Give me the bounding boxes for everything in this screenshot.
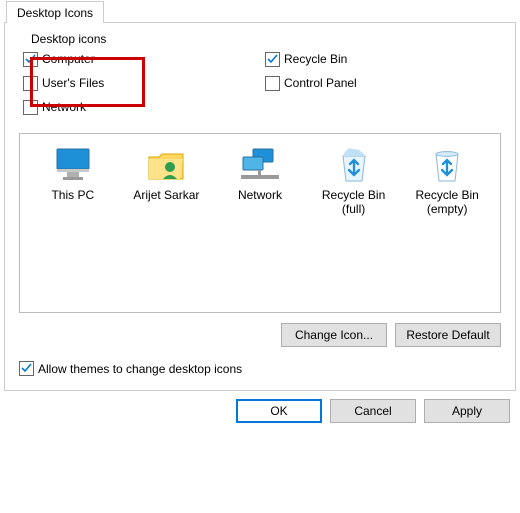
restore-default-button[interactable]: Restore Default	[395, 323, 501, 347]
checkbox-recycle-bin[interactable]: Recycle Bin	[265, 47, 497, 71]
checkbox-computer[interactable]: Computer	[23, 47, 255, 71]
icon-label: Recycle Bin (empty)	[403, 188, 491, 217]
checkbox-network[interactable]: Network	[23, 95, 255, 119]
checkbox-icon	[265, 52, 280, 67]
checkbox-icon	[265, 76, 280, 91]
checkbox-users-files[interactable]: User's Files	[23, 71, 255, 95]
icon-network[interactable]: Network	[216, 146, 304, 202]
icon-preview-frame: This PC Arijet Sarkar	[19, 133, 501, 313]
checkbox-label: Recycle Bin	[284, 52, 347, 66]
icon-recycle-bin-empty[interactable]: Recycle Bin (empty)	[403, 146, 491, 217]
recycle-bin-empty-icon	[403, 146, 491, 184]
checkbox-column-right: Recycle Bin Control Panel	[265, 47, 497, 119]
desktop-icons-group: Desktop icons Computer User's Files Netw…	[19, 41, 501, 347]
icon-label: Recycle Bin (full)	[310, 188, 398, 217]
cancel-button[interactable]: Cancel	[330, 399, 416, 423]
icon-buttons-row: Change Icon... Restore Default	[19, 323, 501, 347]
ok-button[interactable]: OK	[236, 399, 322, 423]
checkbox-control-panel[interactable]: Control Panel	[265, 71, 497, 95]
allow-themes-checkbox[interactable]: Allow themes to change desktop icons	[19, 361, 501, 376]
tab-desktop-icons[interactable]: Desktop Icons	[6, 1, 104, 23]
checkbox-label: Computer	[42, 52, 95, 66]
userfolder-icon	[122, 146, 210, 184]
checkbox-label: Control Panel	[284, 76, 357, 90]
dialog-button-row: OK Cancel Apply	[0, 399, 520, 433]
apply-button[interactable]: Apply	[424, 399, 510, 423]
icon-label: This PC	[29, 188, 117, 202]
icon-this-pc[interactable]: This PC	[29, 146, 117, 202]
checkbox-icon	[23, 100, 38, 115]
checkbox-label: Network	[42, 100, 86, 114]
tab-body: Desktop icons Computer User's Files Netw…	[4, 22, 516, 391]
checkbox-grid: Computer User's Files Network Recycle Bi…	[19, 41, 501, 119]
change-icon-button[interactable]: Change Icon...	[281, 323, 387, 347]
checkbox-icon	[23, 52, 38, 67]
icon-user-folder[interactable]: Arijet Sarkar	[122, 146, 210, 202]
tab-strip: Desktop Icons	[0, 0, 520, 22]
icon-label: Arijet Sarkar	[122, 188, 210, 202]
network-icon	[216, 146, 304, 184]
icon-recycle-bin-full[interactable]: Recycle Bin (full)	[310, 146, 398, 217]
checkbox-icon	[23, 76, 38, 91]
groupbox-title: Desktop icons	[27, 32, 110, 46]
checkbox-icon	[19, 361, 34, 376]
recycle-bin-full-icon	[310, 146, 398, 184]
checkbox-column-left: Computer User's Files Network	[23, 47, 255, 119]
icon-label: Network	[216, 188, 304, 202]
pc-icon	[29, 146, 117, 184]
checkbox-label: Allow themes to change desktop icons	[38, 362, 242, 376]
checkbox-label: User's Files	[42, 76, 104, 90]
tab-label: Desktop Icons	[17, 6, 93, 20]
